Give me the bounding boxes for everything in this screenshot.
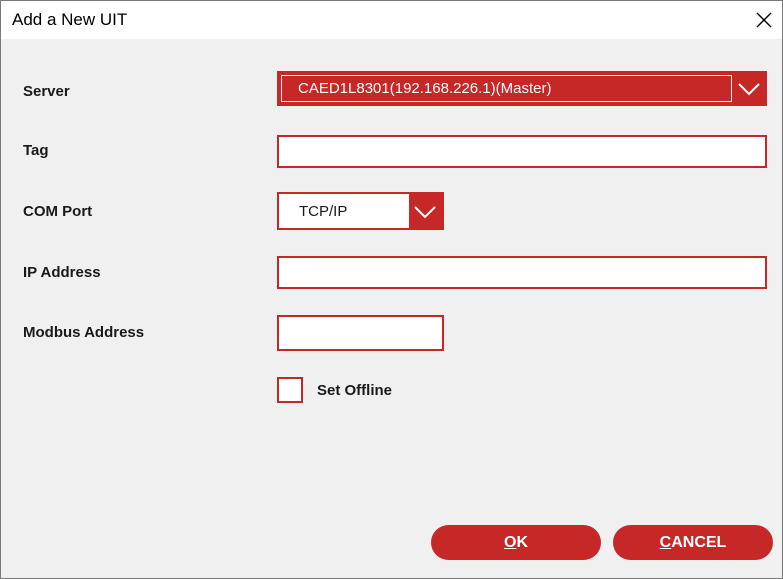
set-offline-checkbox[interactable] (277, 377, 303, 403)
set-offline-label: Set Offline (317, 382, 393, 399)
chevron-down-icon (738, 83, 760, 96)
ok-label-rest: K (516, 534, 528, 551)
window-title: Add a New UIT (12, 10, 128, 29)
ok-mnemonic: O (503, 534, 517, 551)
server-select-value: CAED1L8301(192.168.226.1)(Master) (281, 75, 732, 102)
close-icon (756, 12, 772, 28)
tag-label: Tag (23, 142, 49, 159)
ip-address-label: IP Address (23, 264, 101, 281)
com-port-select-value: TCP/IP (299, 203, 348, 220)
server-dropdown-button[interactable] (734, 73, 765, 104)
ip-address-input[interactable] (277, 256, 767, 289)
close-button[interactable] (744, 1, 782, 39)
form-area: Server CAED1L8301(192.168.226.1)(Master)… (1, 39, 782, 578)
com-port-dropdown-button[interactable] (409, 194, 442, 228)
tag-input[interactable] (277, 135, 767, 168)
cancel-label-rest: ANCEL (671, 534, 727, 551)
server-label: Server (23, 83, 70, 100)
com-port-select[interactable]: TCP/IP (277, 192, 444, 230)
server-select[interactable]: CAED1L8301(192.168.226.1)(Master) (277, 71, 767, 106)
title-bar: Add a New UIT (1, 1, 782, 39)
cancel-mnemonic: C (659, 534, 672, 551)
ok-button[interactable]: OK (431, 525, 601, 560)
modbus-address-input[interactable] (277, 315, 444, 351)
add-uit-dialog: Add a New UIT Server CAED1L8301(192.168.… (0, 0, 783, 579)
chevron-down-icon (414, 206, 436, 219)
modbus-address-label: Modbus Address (23, 324, 145, 341)
cancel-button[interactable]: CANCEL (613, 525, 773, 560)
com-port-label: COM Port (23, 203, 93, 220)
